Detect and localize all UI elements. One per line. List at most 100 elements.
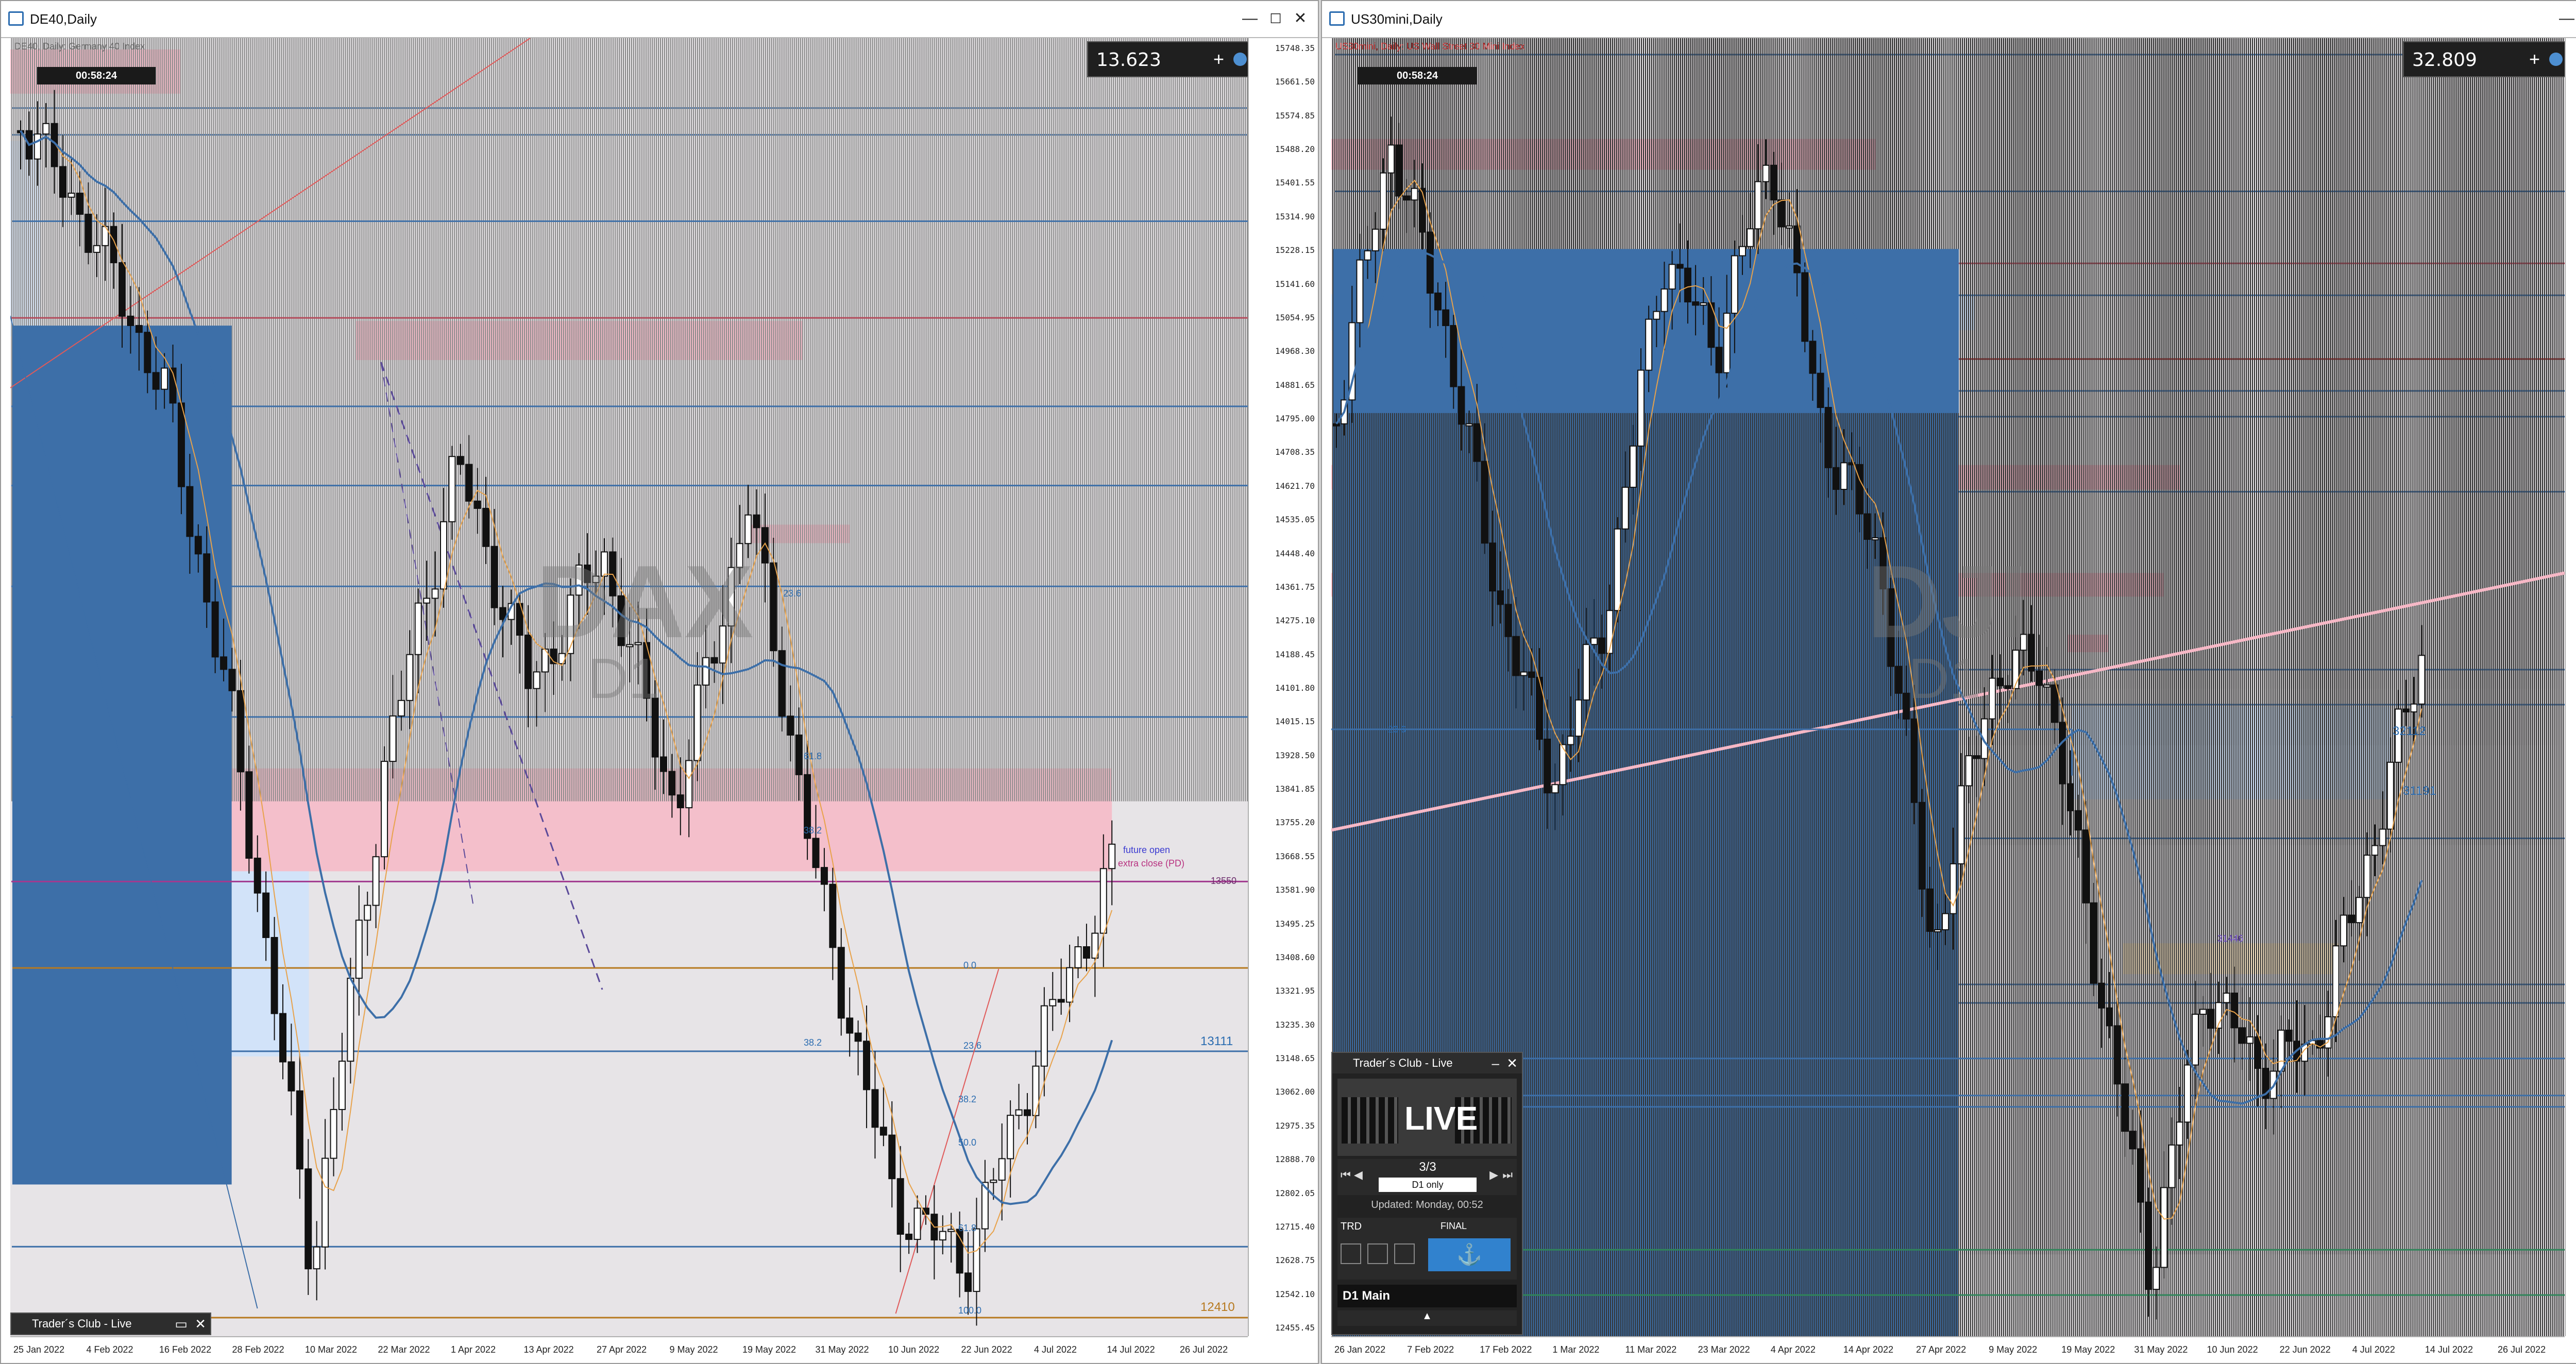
candle-body [1832, 467, 1840, 490]
de40-chart-window[interactable]: DE40,Daily — ☐ ✕ DE40, Daily: Germany 40… [0, 0, 1319, 1364]
signal-navigator[interactable]: ⏮ ◀ 3/3 D1 only ▶ ⏭ [1337, 1159, 1517, 1195]
price-tick-label: 14101.80 [1275, 683, 1315, 693]
us30-price-axis[interactable]: 36056.5035887.1035717.7035548.3035378.90… [2565, 38, 2576, 1336]
document-icon[interactable] [1341, 1243, 1361, 1264]
de40-price-chart[interactable]: DE40, Daily: Germany 40 Index 00:58:24 D… [10, 38, 1248, 1336]
next-button[interactable]: ▶ [1489, 1168, 1498, 1182]
expand-button[interactable]: ▲ [1337, 1310, 1517, 1326]
candle-body [719, 625, 726, 664]
trd-label: TRD [1341, 1221, 1362, 1232]
candle-body [186, 486, 194, 537]
price-tick-label: 14708.35 [1275, 447, 1315, 457]
candle-body [1356, 259, 1364, 323]
minimize-button[interactable]: — [1239, 8, 1261, 29]
minimize-panel-button[interactable]: – [1492, 1053, 1499, 1073]
candle-body [2355, 897, 2363, 924]
price-tick-label: 14795.00 [1275, 414, 1315, 424]
candle-body [1371, 228, 1379, 251]
candle-body [2246, 1036, 2254, 1044]
us30-time-axis[interactable]: 26 Jan 2022 7 Feb 2022 17 Feb 2022 1 Mar 20… [1331, 1336, 2565, 1363]
database-icon[interactable] [1394, 1243, 1415, 1264]
candle-body [1988, 677, 1996, 720]
candle-body [1434, 292, 1442, 311]
time-tick-label: 14 Apr 2022 [1843, 1344, 1893, 1355]
de40-time-axis[interactable]: 25 Jan 2022 4 Feb 2022 16 Feb 2022 28 Feb 2… [10, 1336, 1248, 1363]
candle-body [1574, 699, 1582, 737]
window-title: US30mini,Daily [1351, 11, 1443, 27]
candle-body [347, 978, 354, 1062]
candle-body [135, 325, 143, 333]
candle-body [1801, 272, 1809, 342]
candle-body [1520, 671, 1528, 676]
close-button[interactable]: ✕ [1289, 8, 1312, 29]
time-tick-label: 1 Apr 2022 [451, 1344, 496, 1355]
trade-tools[interactable]: TRD FINAL ⚓ [1337, 1218, 1517, 1280]
price-tick-label: 13495.25 [1275, 918, 1315, 929]
us30-chart-window[interactable]: US30mini,Daily — ☐ ✕ US30mini, Daily: US… [1321, 0, 2576, 1364]
price-tick-label: 13148.65 [1275, 1053, 1315, 1064]
price-tick-label: 12888.70 [1275, 1154, 1315, 1165]
maximize-button[interactable]: ☐ [1264, 8, 1287, 29]
price-tick-label: 15054.95 [1275, 312, 1315, 322]
candle-body [617, 595, 625, 646]
panel-close-button[interactable]: ✕ [1506, 1053, 1518, 1073]
candle-body [1403, 195, 1411, 201]
candle-body [1387, 144, 1395, 174]
copy-icon[interactable] [1367, 1243, 1388, 1264]
candle-body [1715, 347, 1723, 373]
candle-body [1957, 785, 1965, 864]
spread-widget[interactable]: 32.809 + [2403, 41, 2565, 77]
us30-titlebar[interactable]: US30mini,Daily — ☐ ✕ [1322, 1, 2576, 38]
candle-body [1942, 913, 1950, 930]
minimize-button[interactable]: — [2555, 8, 2576, 29]
time-tick-label: 7 Feb 2022 [1407, 1344, 1454, 1355]
chart-window-icon [8, 11, 24, 26]
candle-body [287, 1061, 295, 1092]
chart-window-icon [1329, 11, 1345, 26]
candle-body [1606, 610, 1614, 654]
spread-widget[interactable]: 13.623 + [1087, 41, 1248, 77]
future-open-label: future open [1123, 845, 1171, 855]
price-tick-label: 15488.20 [1275, 144, 1315, 155]
de40-titlebar[interactable]: DE40,Daily — ☐ ✕ [1, 1, 1318, 38]
filter-select[interactable]: D1 only [1379, 1178, 1477, 1192]
restore-button[interactable]: ▭ [175, 1314, 188, 1334]
symbol-info: US30mini, Daily: US Wall Street 30 Mini … [1335, 41, 1525, 52]
spread-value: 32.809 [2412, 49, 2477, 71]
panel-header[interactable]: Trader´s Club - Live – ✕ [1332, 1053, 1522, 1073]
candle-body [118, 262, 126, 317]
last-button[interactable]: ⏭ [1502, 1168, 1513, 1182]
de40-price-axis[interactable]: 15748.35 15661.50 15574.85 15488.20 15401.55… [1248, 38, 1318, 1336]
candle-body [2418, 655, 2426, 705]
trader-club-panel[interactable]: Trader´s Club - Live – ✕ LIVE ⏮ ◀ 3/3 D1… [1331, 1052, 1523, 1335]
first-button[interactable]: ⏮ [1341, 1168, 1351, 1182]
trader-club-minimized-panel[interactable]: Trader´s Club - Live ▭ ✕ [10, 1312, 211, 1335]
price-tick-label: 13321.95 [1275, 986, 1315, 996]
add-icon[interactable]: + [1213, 48, 1224, 70]
anchor-button[interactable]: ⚓ [1428, 1238, 1511, 1271]
candle-body [355, 919, 363, 979]
candle-body [2386, 761, 2394, 830]
candle-body [702, 657, 710, 686]
candle-body [1965, 755, 1973, 787]
candle-body [431, 588, 439, 599]
candle-body [1544, 738, 1551, 794]
panel-header[interactable]: Trader´s Club - Live ▭ ✕ [11, 1314, 210, 1334]
status-dot-icon [1233, 53, 1247, 66]
candle-body [2379, 828, 2386, 846]
panel-close-button[interactable]: ✕ [195, 1314, 206, 1334]
candle-body [1926, 888, 1934, 932]
candle-body [2113, 1025, 2121, 1085]
add-icon[interactable]: + [2529, 48, 2540, 70]
bar-timer: 00:58:24 [37, 67, 156, 84]
candle-body [2230, 992, 2238, 1029]
prev-button[interactable]: ◀ [1354, 1168, 1363, 1182]
candle-body [2137, 1148, 2144, 1203]
candle-body [863, 1041, 871, 1090]
time-tick-label: 4 Feb 2022 [86, 1344, 133, 1355]
candle-body [2160, 1187, 2168, 1268]
candle-body [693, 684, 701, 761]
price-tick-label: 14448.40 [1275, 548, 1315, 558]
candle-body [1863, 513, 1871, 540]
candle-body [626, 644, 634, 647]
